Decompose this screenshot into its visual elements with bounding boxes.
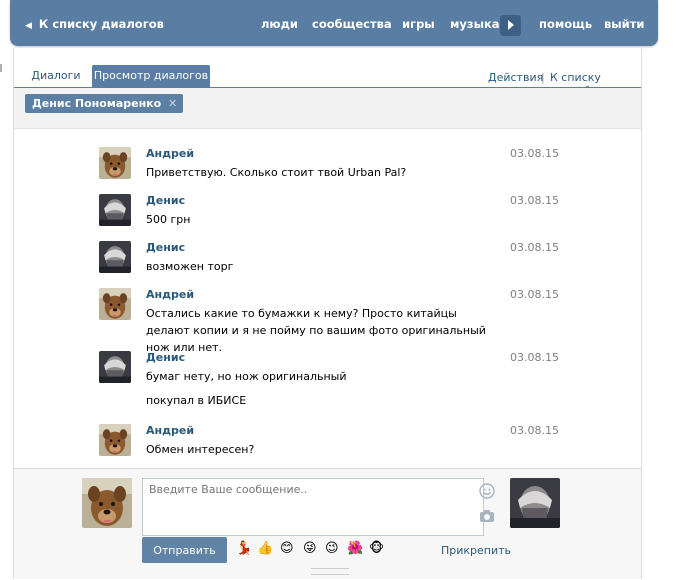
message-input[interactable] [142,478,484,536]
emoji-thumbs-up-icon[interactable]: 👍 [257,541,273,556]
nav-games[interactable]: игры [402,17,435,31]
author-name[interactable]: Денис [146,241,185,254]
back-to-dialogs-link[interactable]: ◀ К списку диалогов [25,17,164,31]
message-date: 03.08.15 [510,424,559,437]
emoji-tongue-icon[interactable]: 😜 [303,541,317,556]
play-icon[interactable] [500,15,521,36]
nav-communities[interactable]: сообщества [312,17,392,31]
person-avatar[interactable] [99,241,131,273]
message-text: Обмен интересен? [146,443,255,456]
author-name[interactable]: Андрей [146,288,194,301]
message-text: Приветствую. Сколько стоит твой Urban Pa… [146,166,407,179]
message-date: 03.08.15 [510,241,559,254]
emoji-flower-icon[interactable]: 🌺 [347,541,363,556]
recipient-strip: Денис Пономаренко ✕ [14,88,641,129]
tab-view-dialogs[interactable]: Просмотр диалогов [92,65,210,87]
peer-avatar[interactable] [510,478,560,528]
message-date: 03.08.15 [510,288,559,301]
message-text: покупал в ИБИСЕ [146,394,247,407]
emoji-smile-icon[interactable]: 😊 [280,541,294,556]
resize-grip[interactable] [311,568,349,575]
author-name[interactable]: Денис [146,194,185,207]
emoji-monkey-icon[interactable]: 🐵 [369,541,384,556]
author-name[interactable]: Андрей [146,147,194,160]
message-list: Андрей 03.08.15 Приветствую. Сколько сто… [14,129,641,467]
person-avatar[interactable] [99,194,131,226]
dialog-panel: Диалоги Просмотр диалогов Действия | К с… [13,48,642,579]
back-to-dialogs-label: К списку диалогов [38,17,164,31]
smiley-icon[interactable] [479,483,495,499]
nav-logout[interactable]: выйти [604,17,644,31]
emoji-wink-icon[interactable]: 😉 [325,541,339,556]
message-text: Остались какие то бумажки к нему? Просто… [146,307,486,354]
message-text: бумаг нету, но нож оригинальный [146,370,347,383]
send-button[interactable]: Отправить [142,537,227,563]
nav-music[interactable]: музыка [450,17,500,31]
dog-avatar[interactable] [99,424,131,456]
my-avatar[interactable] [82,478,132,528]
recipient-name: Денис Пономаренко [32,97,162,110]
arrow-left-icon: ◀ [25,21,32,31]
nav-people[interactable]: люди [261,17,298,31]
person-avatar[interactable] [99,351,131,383]
actions-link[interactable]: Действия [488,71,543,84]
author-name[interactable]: Андрей [146,424,194,437]
close-icon[interactable]: ✕ [168,94,177,113]
top-navigation-bar: ◀ К списку диалогов люди сообщества игры … [10,0,658,46]
camera-icon[interactable] [479,509,495,523]
message-text: 500 грн [146,213,191,226]
author-name[interactable]: Денис [146,351,185,364]
recipient-chip: Денис Пономаренко ✕ [25,94,184,113]
emoji-dance-icon[interactable]: 💃 [236,541,252,556]
dog-avatar[interactable] [99,147,131,179]
message-text: возможен торг [146,260,234,273]
attach-link[interactable]: Прикрепить [441,544,511,557]
dog-avatar[interactable] [99,288,131,320]
message-date: 03.08.15 [510,351,559,364]
message-date: 03.08.15 [510,147,559,160]
message-date: 03.08.15 [510,194,559,207]
link-separator: | [541,71,545,84]
message-composer: Отправить 💃 👍 😊 😜 😉 🌺 🐵 Прикрепить [14,468,641,579]
nav-help[interactable]: помощь [539,17,592,31]
window-edge-marker [0,64,2,72]
tab-dialogs[interactable]: Диалоги [22,65,90,87]
tabs-row: Диалоги Просмотр диалогов Действия | К с… [14,56,641,97]
